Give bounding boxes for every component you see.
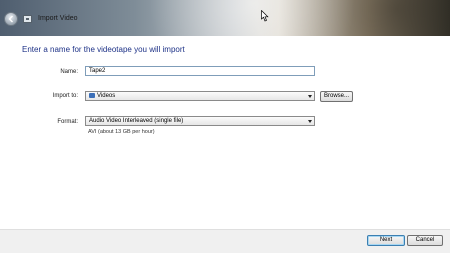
chevron-down-icon — [308, 95, 312, 98]
window-title: Import Video — [38, 15, 78, 22]
next-button[interactable]: Next — [367, 235, 405, 246]
format-hint: AVI (about 13 GB per hour) — [88, 129, 155, 135]
name-label: Name: — [60, 69, 78, 75]
back-arrow-icon — [8, 15, 13, 23]
import-to-value: Videos — [97, 93, 116, 99]
title-bar: Import Video — [0, 0, 450, 36]
name-field[interactable]: Tape2 — [85, 66, 315, 76]
browse-button[interactable]: Browse... — [320, 91, 353, 102]
page-title: Enter a name for the videotape you will … — [22, 45, 185, 54]
format-value: Audio Video Interleaved (single file) — [89, 118, 184, 124]
back-button[interactable] — [4, 12, 18, 26]
import-to-label: Import to: — [52, 93, 78, 99]
mouse-pointer-icon — [261, 10, 269, 22]
import-video-icon — [23, 15, 32, 23]
videos-folder-icon — [89, 93, 95, 98]
dialog-footer: Next Cancel — [0, 229, 450, 253]
chevron-down-icon — [308, 120, 312, 123]
cancel-button[interactable]: Cancel — [407, 235, 443, 246]
import-video-window: Import Video Enter a name for the videot… — [0, 0, 450, 253]
dialog-content: Enter a name for the videotape you will … — [0, 36, 450, 229]
format-select[interactable]: Audio Video Interleaved (single file) — [85, 116, 315, 126]
format-label: Format: — [57, 119, 78, 125]
import-to-select[interactable]: Videos — [85, 91, 315, 101]
